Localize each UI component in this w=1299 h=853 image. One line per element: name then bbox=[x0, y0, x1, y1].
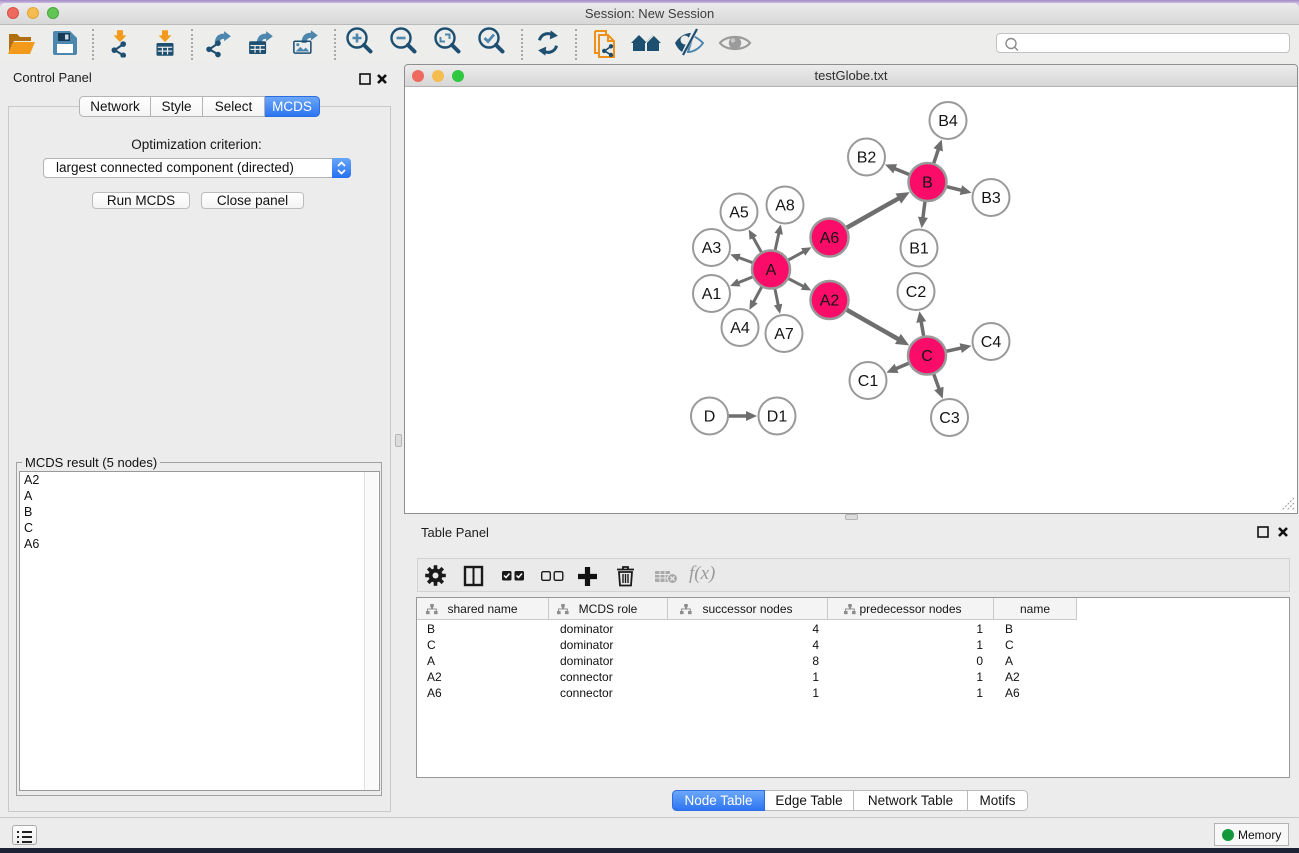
svg-text:A3: A3 bbox=[702, 240, 722, 257]
svg-text:C: C bbox=[921, 348, 933, 365]
svg-text:C1: C1 bbox=[858, 373, 879, 390]
svg-text:B2: B2 bbox=[857, 150, 877, 167]
svg-text:B4: B4 bbox=[938, 113, 958, 130]
svg-text:A8: A8 bbox=[775, 198, 795, 215]
svg-text:A6: A6 bbox=[820, 230, 840, 247]
svg-text:A4: A4 bbox=[730, 320, 750, 337]
svg-text:C4: C4 bbox=[981, 334, 1002, 351]
svg-text:A2: A2 bbox=[820, 293, 840, 310]
svg-text:A: A bbox=[766, 262, 777, 279]
svg-text:A1: A1 bbox=[702, 286, 722, 303]
svg-text:C2: C2 bbox=[906, 284, 927, 301]
svg-text:D1: D1 bbox=[767, 409, 788, 426]
svg-text:B3: B3 bbox=[981, 190, 1001, 207]
svg-text:A5: A5 bbox=[729, 205, 749, 222]
svg-text:D: D bbox=[704, 409, 716, 426]
svg-text:A7: A7 bbox=[774, 326, 794, 343]
svg-text:B1: B1 bbox=[909, 241, 929, 258]
svg-text:C3: C3 bbox=[939, 410, 960, 427]
svg-text:B: B bbox=[922, 175, 933, 192]
